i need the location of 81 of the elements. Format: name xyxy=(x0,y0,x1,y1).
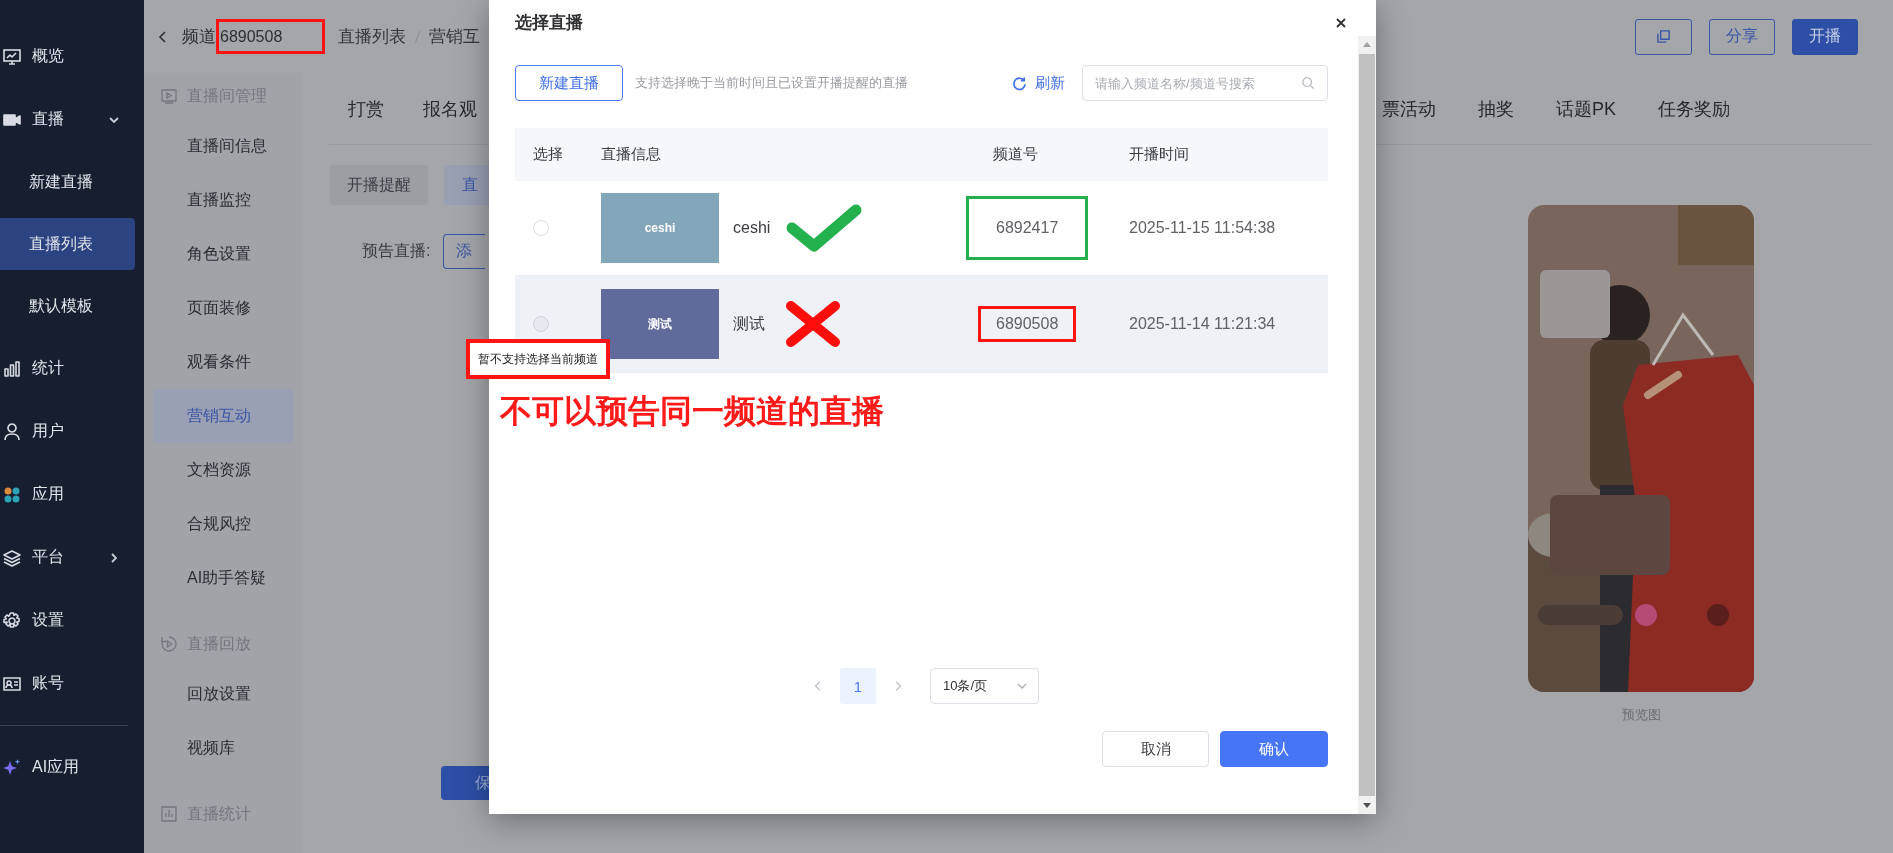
subnav-item[interactable]: 直播间信息 xyxy=(153,119,293,173)
sidebar-item[interactable]: 设置 xyxy=(0,589,144,652)
confirm-button[interactable]: 确认 xyxy=(1220,731,1328,767)
sidebar-subitem[interactable]: 默认模板 xyxy=(0,280,135,332)
subnav-item[interactable]: 观看条件 xyxy=(153,335,293,389)
section-icon xyxy=(160,805,178,823)
sidebar-item[interactable]: 用户 xyxy=(0,400,144,463)
search-icon xyxy=(1301,76,1315,90)
sidebar-item[interactable]: 概览 xyxy=(0,25,144,88)
share-button[interactable]: 分享 xyxy=(1709,18,1775,55)
sidebar-item[interactable]: 直播 xyxy=(0,88,144,151)
channel-number: 6890508 xyxy=(978,306,1077,342)
cover-image: 测试 xyxy=(601,289,719,359)
cross-icon xyxy=(785,300,841,348)
cover-image: ceshi xyxy=(601,193,719,263)
live-name: ceshi xyxy=(733,219,771,237)
tab[interactable]: 票活动 xyxy=(1382,96,1436,121)
tab[interactable]: 抽奖 xyxy=(1478,96,1514,121)
sidebar-item-icon xyxy=(2,610,22,631)
sidebar-item[interactable]: 统计 xyxy=(0,337,144,400)
copy-icon xyxy=(1656,29,1671,44)
new-live-button[interactable]: 新建直播 xyxy=(515,65,623,101)
sidebar-subitem[interactable]: 新建直播 xyxy=(0,156,135,208)
section-icon xyxy=(160,87,178,105)
tab[interactable]: 话题PK xyxy=(1556,96,1616,121)
live-name: 测试 xyxy=(733,313,765,334)
sidebar-item-icon xyxy=(2,46,22,67)
refresh-button[interactable]: 刷新 xyxy=(1012,73,1065,93)
back-icon[interactable] xyxy=(157,30,169,43)
column-header: 开播时间 xyxy=(1128,145,1190,164)
subnav-item[interactable]: 合规风控 xyxy=(153,497,293,551)
start-time: 2025-11-15 11:54:38 xyxy=(1129,219,1276,237)
channel-number: 6890508 xyxy=(216,19,326,54)
sub-tab[interactable]: 开播提醒 xyxy=(330,165,428,205)
sidebar-item-icon xyxy=(2,547,22,568)
section-icon xyxy=(160,635,178,653)
copy-button[interactable] xyxy=(1635,18,1692,55)
radio-button[interactable] xyxy=(533,220,549,236)
scrollbar[interactable] xyxy=(1358,36,1376,814)
sidebar-item-icon xyxy=(2,421,22,442)
refresh-icon xyxy=(1012,75,1027,91)
channel-number: 6892417 xyxy=(966,196,1089,260)
tab[interactable]: 报名观 xyxy=(423,96,477,121)
preview-caption: 预览图 xyxy=(1621,706,1661,724)
sidebar-subitem[interactable]: 直播列表 xyxy=(0,218,135,270)
sidebar-item[interactable]: AI应用 xyxy=(0,736,144,799)
sidebar-item[interactable]: 账号 xyxy=(0,652,144,715)
subnav-item[interactable]: AI助手答疑 xyxy=(153,551,293,605)
subnav-item[interactable]: 回放设置 xyxy=(153,667,293,721)
column-header: 直播信息 xyxy=(600,145,662,164)
tab[interactable]: 打赏 xyxy=(348,96,384,121)
table-row[interactable]: ceshi ceshi 6892417 2025-11-15 11:54:38 xyxy=(515,181,1328,276)
subnav-item[interactable]: 角色设置 xyxy=(153,227,293,281)
subnav-item[interactable]: 视频库 xyxy=(153,721,293,775)
column-header: 选择 xyxy=(532,145,564,164)
cancel-button[interactable]: 取消 xyxy=(1102,731,1209,767)
sidebar-item[interactable]: 平台 xyxy=(0,526,144,589)
sidebar-item-icon xyxy=(2,358,22,379)
page-size-select[interactable]: 10条/页 xyxy=(930,668,1039,704)
column-header: 频道号 xyxy=(992,145,1039,164)
sidebar-item[interactable]: 应用 xyxy=(0,463,144,526)
tab[interactable]: 任务奖励 xyxy=(1658,96,1730,121)
channel-label: 频道 xyxy=(182,26,216,48)
field-label: 预告直播: xyxy=(362,241,431,261)
hint-text: 支持选择晚于当前时间且已设置开播提醒的直播 xyxy=(635,74,908,92)
subnav-item[interactable]: 页面装修 xyxy=(153,281,293,335)
save-button[interactable]: 保 xyxy=(441,766,489,800)
subnav-item[interactable]: 直播监控 xyxy=(153,173,293,227)
subnav-item[interactable]: 文档资源 xyxy=(153,443,293,497)
start-live-button[interactable]: 开播 xyxy=(1792,18,1858,55)
dialog-title: 选择直播 xyxy=(515,12,583,34)
breadcrumb-link[interactable]: 直播列表 xyxy=(338,25,407,48)
tooltip: 暂不支持选择当前频道 xyxy=(466,339,610,379)
add-button[interactable]: 添 xyxy=(443,234,486,269)
refresh-label[interactable]: 刷新 xyxy=(1035,73,1065,93)
start-time: 2025-11-14 11:21:34 xyxy=(1129,315,1276,333)
page-button[interactable]: 1 xyxy=(840,668,876,704)
breadcrumb-link[interactable]: 营销互 xyxy=(429,25,481,48)
search-box[interactable]: 请输入频道名称/频道号搜索 xyxy=(1082,65,1328,101)
close-icon[interactable] xyxy=(1335,17,1347,29)
annotation-text: 不可以预告同一频道的直播 xyxy=(500,392,884,431)
